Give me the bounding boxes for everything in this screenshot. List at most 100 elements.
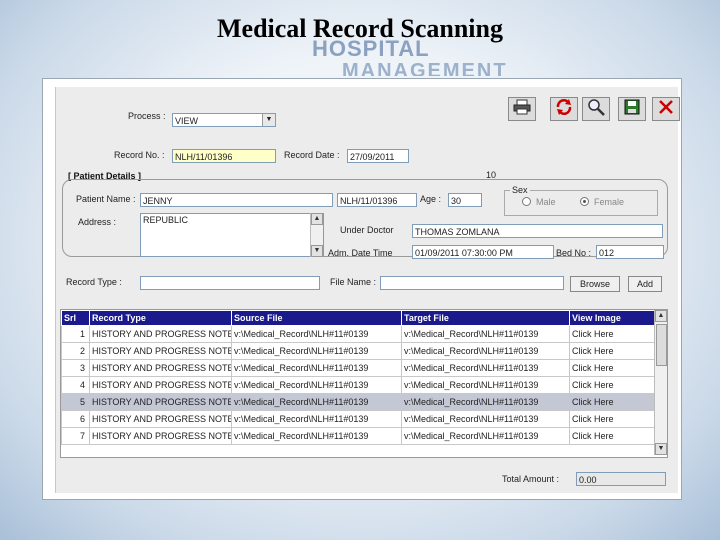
under-doctor-field[interactable]: THOMAS ZOMLANA	[412, 224, 663, 238]
add-button[interactable]: Add	[628, 276, 662, 292]
file-name-field[interactable]	[380, 276, 564, 290]
adm-datetime-field[interactable]: 01/09/2011 07:30:00 PM	[412, 245, 554, 259]
under-doctor-label: Under Doctor	[340, 225, 394, 235]
age-label: Age :	[420, 194, 442, 204]
bed-no-field[interactable]: 012	[596, 245, 664, 259]
cell-source-file: v:\Medical_Record\NLH#11#0139	[231, 410, 402, 428]
cell-srl: 1	[61, 325, 90, 343]
cell-target-file: v:\Medical_Record\NLH#11#0139	[401, 325, 570, 343]
table-row[interactable]: 4 HISTORY AND PROGRESS NOTE v:\Medical_Rec…	[61, 376, 656, 394]
cell-target-file: v:\Medical_Record\NLH#11#0139	[401, 427, 570, 445]
table-row[interactable]: 6 HISTORY AND PROGRESS NOTE v:\Medical_Rec…	[61, 410, 656, 428]
cell-source-file: v:\Medical_Record\NLH#11#0139	[231, 325, 402, 343]
grid-scrollbar[interactable]: ▲ ▼	[654, 310, 667, 455]
refresh-button[interactable]	[550, 97, 578, 121]
chevron-down-icon[interactable]: ▼	[262, 114, 275, 126]
record-type-field[interactable]	[140, 276, 320, 290]
cell-source-file: v:\Medical_Record\NLH#11#0139	[231, 342, 402, 360]
cell-srl: 7	[61, 427, 90, 445]
cell-source-file: v:\Medical_Record\NLH#11#0139	[231, 376, 402, 394]
cell-target-file: v:\Medical_Record\NLH#11#0139	[401, 376, 570, 394]
watermark-hospital: HOSPITAL	[312, 36, 430, 61]
total-amount-field: 0.00	[576, 472, 666, 486]
print-button[interactable]	[508, 97, 536, 121]
browse-button[interactable]: Browse	[570, 276, 620, 292]
cell-source-file: v:\Medical_Record\NLH#11#0139	[231, 427, 402, 445]
cell-record-type: HISTORY AND PROGRESS NOTE	[89, 427, 232, 445]
cell-srl: 3	[61, 359, 90, 377]
column-header-source-file[interactable]: Source File	[231, 310, 402, 326]
sex-male-radio[interactable]	[522, 197, 531, 206]
cell-view-image-link[interactable]: Click Here	[569, 393, 656, 411]
table-row[interactable]: 7 HISTORY AND PROGRESS NOTE v:\Medical_Rec…	[61, 427, 656, 445]
total-amount-label: Total Amount :	[502, 474, 560, 484]
close-icon	[658, 99, 674, 120]
scroll-thumb[interactable]	[656, 324, 667, 366]
save-icon	[624, 99, 640, 120]
process-value: VIEW	[175, 116, 199, 126]
cell-target-file: v:\Medical_Record\NLH#11#0139	[401, 393, 570, 411]
table-row[interactable]: 1 HISTORY AND PROGRESS NOTE v:\Medical_Rec…	[61, 325, 656, 343]
search-button[interactable]	[582, 97, 610, 121]
sex-label: Sex	[510, 185, 530, 195]
records-grid: Srl Record Type Source File Target File …	[60, 309, 668, 458]
table-row[interactable]: 3 HISTORY AND PROGRESS NOTE v:\Medical_Rec…	[61, 359, 656, 377]
scroll-down-icon[interactable]: ▼	[655, 443, 667, 455]
watermark-management: MANAGEMENT	[342, 60, 508, 76]
cell-target-file: v:\Medical_Record\NLH#11#0139	[401, 342, 570, 360]
cell-view-image-link[interactable]: Click Here	[569, 376, 656, 394]
record-date-label: Record Date :	[284, 150, 340, 160]
cell-view-image-link[interactable]: Click Here	[569, 427, 656, 445]
sex-female-radio[interactable]	[580, 197, 589, 206]
cell-source-file: v:\Medical_Record\NLH#11#0139	[231, 359, 402, 377]
address-scrollbar[interactable]: ▲ ▼	[310, 213, 323, 257]
record-no-label: Record No. :	[114, 150, 165, 160]
cell-srl: 5	[61, 393, 90, 411]
table-row[interactable]: 5 HISTORY AND PROGRESS NOTE v:\Medical_Rec…	[61, 393, 656, 411]
form-panel: Process : VIEW ▼ Record No. : NLH/11/013…	[55, 87, 680, 493]
sex-male-label: Male	[536, 197, 556, 207]
scroll-up-icon[interactable]: ▲	[655, 310, 667, 322]
cell-view-image-link[interactable]: Click Here	[569, 342, 656, 360]
file-name-label: File Name :	[330, 277, 377, 287]
adm-datetime-label: Adm. Date Time	[328, 248, 393, 258]
cell-target-file: v:\Medical_Record\NLH#11#0139	[401, 410, 570, 428]
record-date-field[interactable]: 27/09/2011	[347, 149, 409, 163]
age-field[interactable]: 30	[448, 193, 482, 207]
table-row[interactable]: 2 HISTORY AND PROGRESS NOTE v:\Medical_Rec…	[61, 342, 656, 360]
cell-srl: 2	[61, 342, 90, 360]
cell-record-type: HISTORY AND PROGRESS NOTE	[89, 359, 232, 377]
patient-name-label: Patient Name :	[76, 194, 136, 204]
cell-view-image-link[interactable]: Click Here	[569, 359, 656, 377]
address-field[interactable]: REPUBLIC	[140, 213, 324, 257]
patient-id-field[interactable]: NLH/11/01396	[337, 193, 417, 207]
column-header-srl[interactable]: Srl	[61, 310, 90, 326]
process-select[interactable]: VIEW ▼	[172, 113, 276, 127]
search-icon	[587, 98, 605, 121]
column-header-target-file[interactable]: Target File	[401, 310, 570, 326]
cell-view-image-link[interactable]: Click Here	[569, 410, 656, 428]
patient-name-field[interactable]: JENNY	[140, 193, 333, 207]
app-window: Process : VIEW ▼ Record No. : NLH/11/013…	[42, 78, 682, 500]
cell-record-type: HISTORY AND PROGRESS NOTE	[89, 342, 232, 360]
record-type-label: Record Type :	[66, 277, 122, 287]
refresh-icon	[555, 98, 573, 121]
cell-record-type: HISTORY AND PROGRESS NOTE	[89, 376, 232, 394]
address-label: Address :	[78, 217, 117, 227]
printer-icon	[513, 99, 531, 120]
cell-target-file: v:\Medical_Record\NLH#11#0139	[401, 359, 570, 377]
cell-record-type: HISTORY AND PROGRESS NOTE	[89, 393, 232, 411]
cell-source-file: v:\Medical_Record\NLH#11#0139	[231, 393, 402, 411]
cell-record-type: HISTORY AND PROGRESS NOTE	[89, 325, 232, 343]
close-button[interactable]	[652, 97, 680, 121]
save-button[interactable]	[618, 97, 646, 121]
sex-female-label: Female	[594, 197, 625, 207]
cell-view-image-link[interactable]: Click Here	[569, 325, 656, 343]
cell-record-type: HISTORY AND PROGRESS NOTE	[89, 410, 232, 428]
column-header-record-type[interactable]: Record Type	[89, 310, 232, 326]
scroll-up-icon[interactable]: ▲	[311, 213, 323, 225]
process-label: Process :	[128, 111, 166, 121]
column-header-view-image[interactable]: View Image	[569, 310, 656, 326]
scroll-down-icon[interactable]: ▼	[311, 245, 323, 257]
record-no-field[interactable]: NLH/11/01396	[172, 149, 276, 163]
